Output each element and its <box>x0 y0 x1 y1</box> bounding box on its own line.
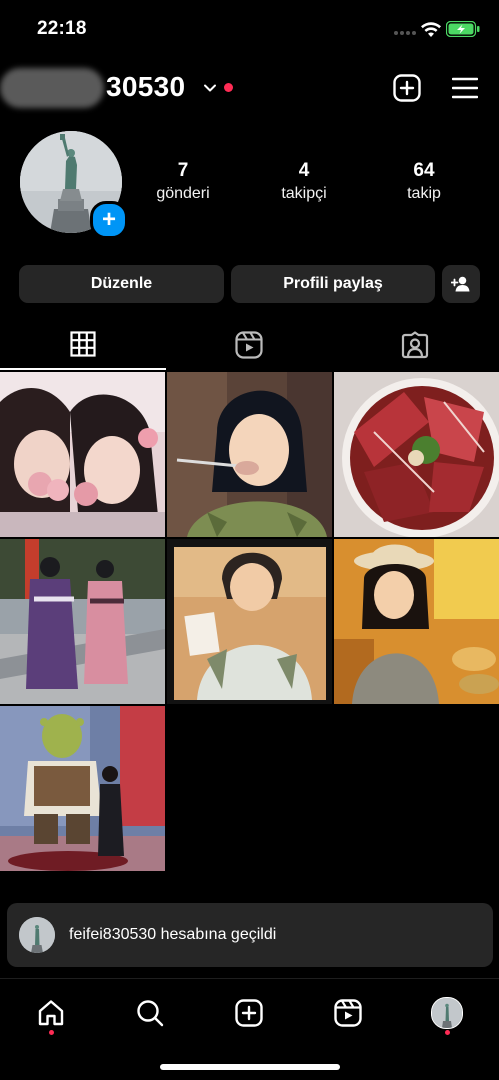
nav-reels[interactable] <box>328 993 368 1033</box>
photo-girl-hat <box>334 539 499 704</box>
followers-label: takipçi <box>281 185 327 202</box>
stat-posts[interactable]: 7 gönderi <box>128 160 238 206</box>
toast-message: feifei830530 hesabına geçildi <box>69 926 277 943</box>
create-button[interactable] <box>393 74 421 102</box>
add-person-icon <box>451 276 470 292</box>
grid-icon <box>70 331 96 357</box>
posts-label: gönderi <box>156 185 210 202</box>
chevron-down-icon[interactable] <box>203 83 217 93</box>
home-icon <box>38 1000 64 1026</box>
nav-home-notification-dot <box>49 1030 54 1035</box>
plus-icon: + <box>101 206 116 233</box>
signal-icon <box>394 31 416 35</box>
post-tile[interactable] <box>0 706 165 871</box>
stat-followers[interactable]: 4 takipçi <box>249 160 359 206</box>
reels-icon <box>334 999 362 1027</box>
nav-profile-notification-dot <box>445 1030 450 1035</box>
photo-boy-reading <box>167 539 332 704</box>
reels-icon <box>235 331 263 359</box>
active-tab-indicator <box>0 368 166 370</box>
hamburger-menu-icon[interactable] <box>452 77 478 99</box>
discover-people-button[interactable] <box>442 265 480 303</box>
photo-shrek-statue <box>0 706 165 871</box>
nav-profile[interactable] <box>427 993 467 1033</box>
search-icon <box>137 1000 164 1027</box>
edit-profile-button[interactable]: Düzenle <box>19 265 224 303</box>
post-tile[interactable] <box>334 539 499 704</box>
followers-count: 4 <box>298 160 310 181</box>
tab-tagged[interactable] <box>332 325 498 370</box>
stat-following[interactable]: 64 takip <box>369 160 479 206</box>
photo-grilled-meat <box>334 372 499 537</box>
photo-kimono-street <box>0 539 165 704</box>
username-redacted <box>0 68 104 108</box>
add-story-button[interactable]: + <box>90 201 128 239</box>
following-label: takip <box>407 185 441 202</box>
photo-two-girls-flowers <box>0 372 165 537</box>
nav-create[interactable] <box>229 993 269 1033</box>
post-tile[interactable] <box>167 539 332 704</box>
profile-header: 30530 <box>0 60 499 120</box>
status-time: 22:18 <box>37 18 87 39</box>
username-switcher[interactable]: 30530 <box>106 71 185 103</box>
following-count: 64 <box>413 160 435 181</box>
status-bar: 22:18 <box>0 0 499 60</box>
home-indicator[interactable] <box>160 1064 340 1070</box>
share-profile-button[interactable]: Profili paylaş <box>231 265 435 303</box>
tab-posts-grid[interactable] <box>0 325 166 370</box>
posts-count: 7 <box>177 160 189 181</box>
post-tile[interactable] <box>334 372 499 537</box>
tagged-icon <box>401 331 429 359</box>
profile-avatar-icon <box>431 997 463 1029</box>
profile-avatar[interactable]: + <box>20 131 128 239</box>
post-tile[interactable] <box>167 372 332 537</box>
tab-reels[interactable] <box>166 325 332 370</box>
post-tile[interactable] <box>0 372 165 537</box>
notification-dot <box>224 83 233 92</box>
post-tile[interactable] <box>0 539 165 704</box>
account-switched-toast: feifei830530 hesabına geçildi <box>7 903 493 967</box>
nav-search[interactable] <box>130 993 170 1033</box>
photo-girl-eating <box>167 372 332 537</box>
battery-charging-icon <box>446 21 480 37</box>
toast-avatar <box>19 917 55 953</box>
wifi-icon <box>421 22 441 37</box>
nav-home[interactable] <box>31 993 71 1033</box>
profile-tabs <box>0 325 499 370</box>
create-icon <box>235 999 263 1027</box>
